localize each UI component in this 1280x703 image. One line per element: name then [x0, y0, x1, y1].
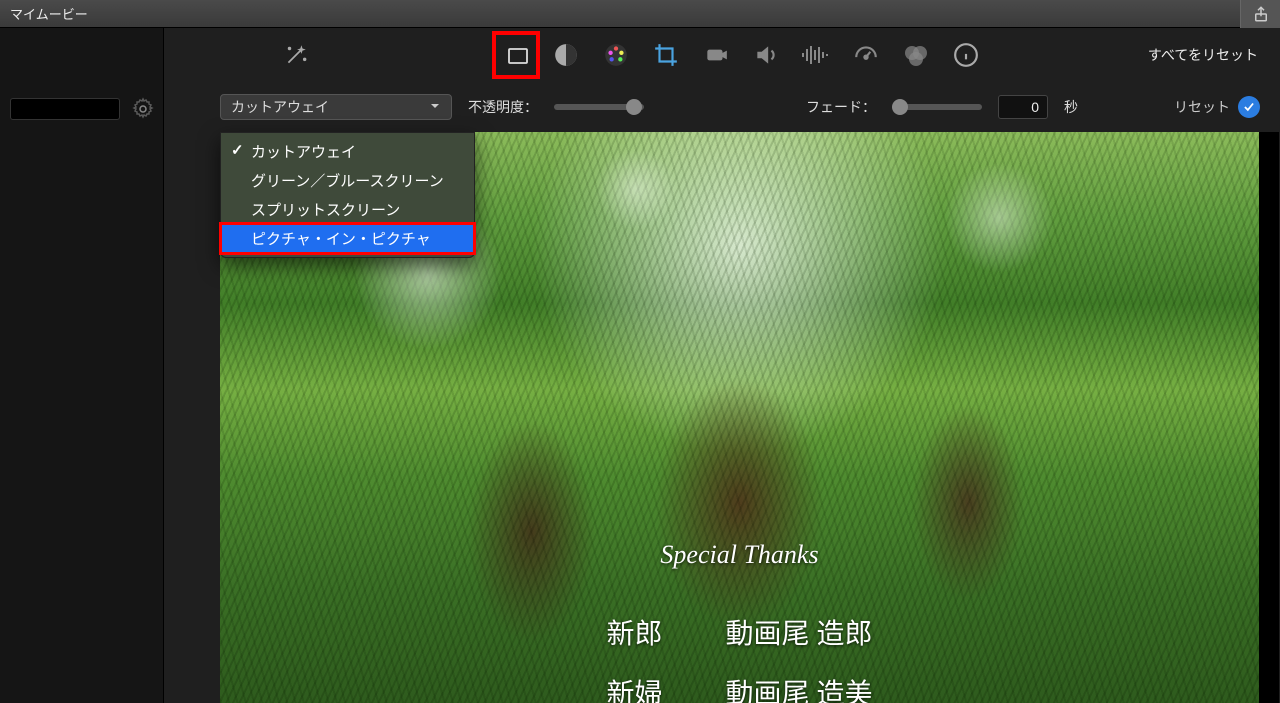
menu-item-cutaway[interactable]: カットアウェイ: [221, 137, 474, 166]
color-correction-icon[interactable]: [598, 37, 634, 73]
window-title: マイムービー: [10, 4, 88, 23]
menu-item-green-blue-screen[interactable]: グリーン／ブルースクリーン: [221, 166, 474, 195]
overlay-adjust-row: カットアウェイ 不透明度： フェード： 0 秒 リセット: [164, 82, 1280, 132]
info-icon[interactable]: [948, 37, 984, 73]
chevron-down-icon: [429, 99, 441, 115]
crop-icon[interactable]: [648, 37, 684, 73]
speed-icon[interactable]: [848, 37, 884, 73]
clip-filter-icon[interactable]: [898, 37, 934, 73]
magic-wand-icon[interactable]: [278, 37, 314, 73]
menu-item-picture-in-picture[interactable]: ピクチャ・イン・ピクチャ: [221, 224, 474, 253]
reset-label: リセット: [1174, 97, 1230, 117]
overlay-mode-menu[interactable]: カットアウェイ グリーン／ブルースクリーン スプリットスクリーン ピクチャ・イン…: [220, 132, 475, 258]
left-panel: [0, 28, 164, 703]
clip-thumbnail[interactable]: [10, 98, 120, 120]
fade-label: フェード：: [806, 97, 876, 117]
overlay-mode-selected: カットアウェイ: [231, 97, 329, 117]
opacity-slider[interactable]: [554, 104, 644, 110]
overlay-credit-row-1: 新郎 動画尾 造郎: [220, 612, 1259, 652]
volume-icon[interactable]: [748, 37, 784, 73]
color-balance-icon[interactable]: [548, 37, 584, 73]
inspector-toolbar: すべてをリセット: [164, 28, 1280, 82]
overlay-credit-row-2: 新婦 動画尾 造美: [220, 672, 1259, 703]
fade-unit: 秒: [1064, 97, 1078, 117]
overlay-settings-icon[interactable]: [498, 37, 534, 73]
fade-slider[interactable]: [892, 104, 982, 110]
reset-all-button[interactable]: すべてをリセット: [1148, 45, 1258, 65]
share-button[interactable]: [1240, 0, 1280, 28]
reset-button[interactable]: リセット: [1174, 96, 1260, 118]
gear-icon[interactable]: [128, 94, 158, 124]
noise-reduction-icon[interactable]: [798, 37, 834, 73]
opacity-label: 不透明度：: [468, 97, 538, 117]
check-icon: [1238, 96, 1260, 118]
overlay-special-thanks: Special Thanks: [220, 540, 1259, 570]
overlay-mode-dropdown[interactable]: カットアウェイ: [220, 94, 452, 120]
fade-value[interactable]: 0: [998, 95, 1048, 119]
menu-item-split-screen[interactable]: スプリットスクリーン: [221, 195, 474, 224]
stabilization-icon[interactable]: [698, 37, 734, 73]
